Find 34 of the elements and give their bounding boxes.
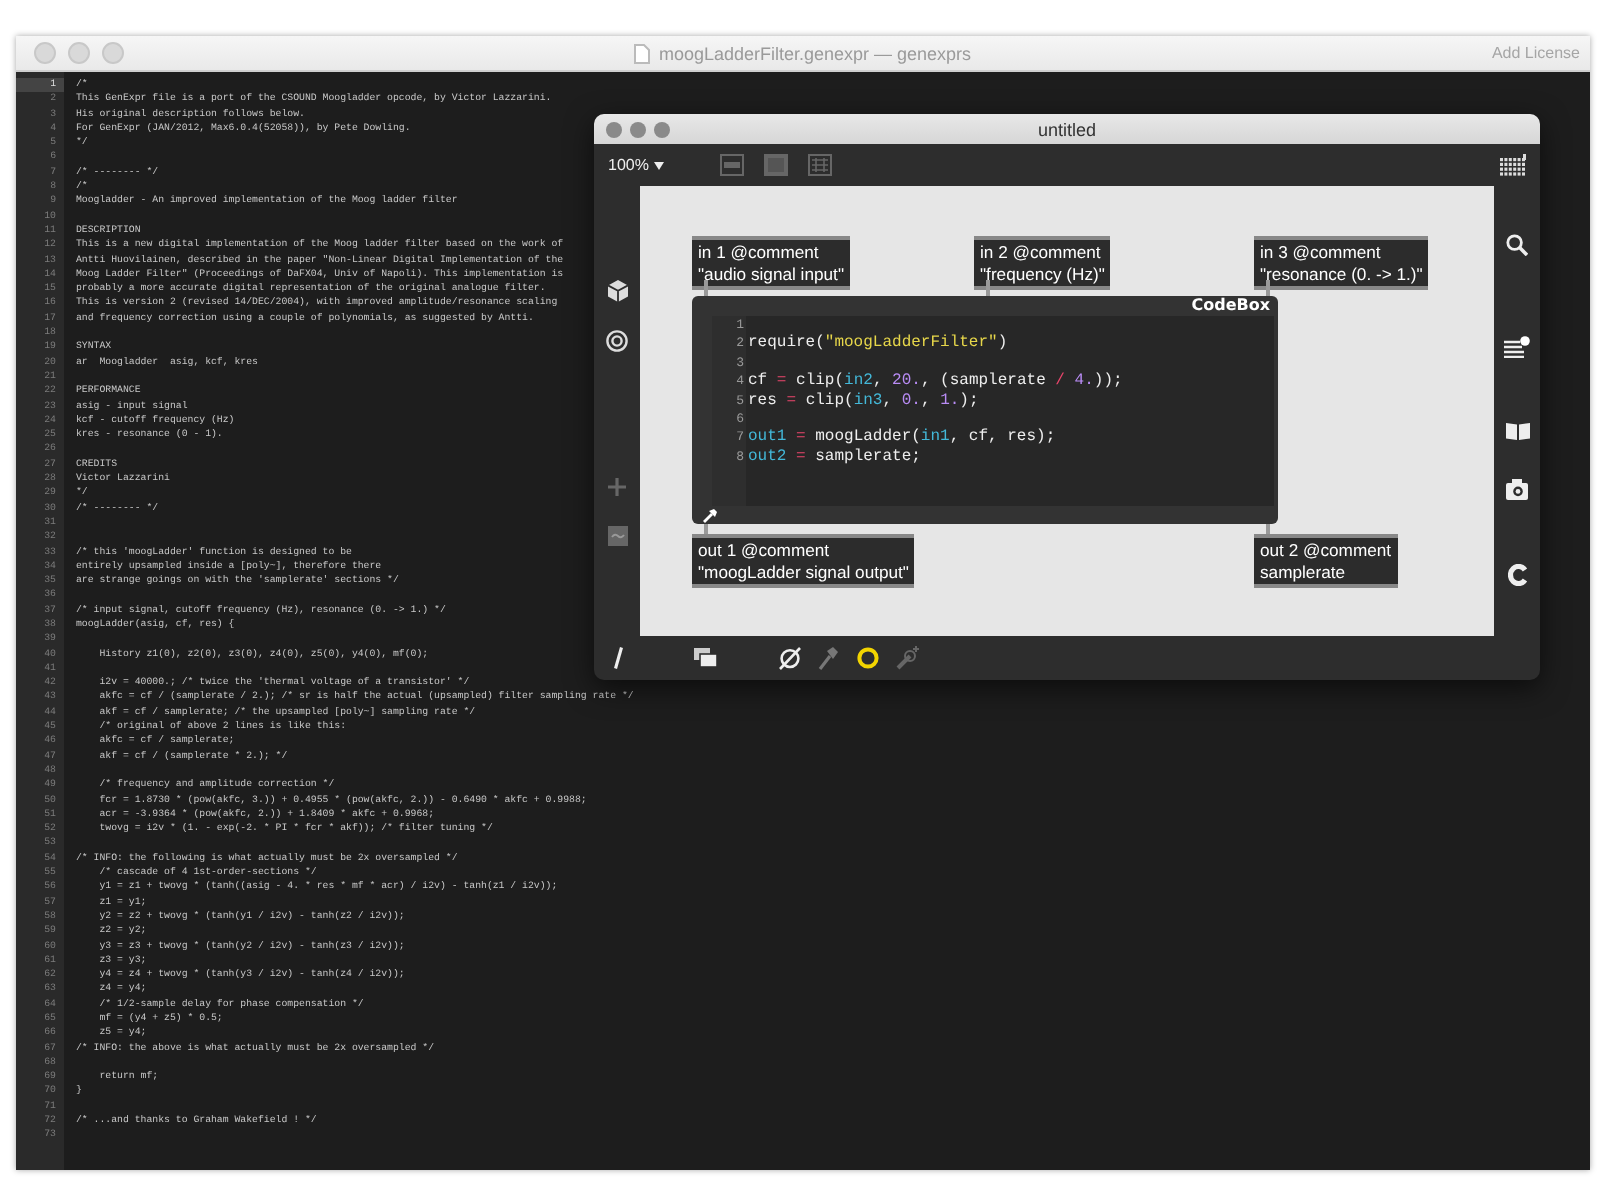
code-line: cf = clip(in2, 20., (samplerate / 4.)); xyxy=(748,372,1123,392)
code-line: require("moogLadderFilter") xyxy=(748,334,1008,354)
cube-icon[interactable] xyxy=(607,280,627,302)
caret-icon xyxy=(654,161,665,169)
code-line: out2 = samplerate; xyxy=(748,447,921,467)
file-icon xyxy=(634,43,651,63)
list-icon[interactable] xyxy=(1504,336,1530,358)
slashed-circle-icon[interactable] xyxy=(778,646,802,670)
code-line: out1 = moogLadder(in1, cf, res); xyxy=(748,428,1056,448)
comment-box[interactable]: out 1 @comment "moogLadder signal output" xyxy=(692,534,915,588)
plus-icon[interactable] xyxy=(608,478,626,496)
code-line: res = clip(in3, 0., 1.); xyxy=(748,391,979,410)
zoom-dropdown[interactable]: 100% xyxy=(608,156,665,174)
comment-box[interactable]: in 3 @comment "resonance (0. -> 1.)" xyxy=(1254,236,1429,290)
windows-icon[interactable] xyxy=(694,646,718,670)
comment-box[interactable]: in 2 @comment "frequency (Hz)" xyxy=(974,236,1111,290)
square-icon[interactable] xyxy=(764,154,789,176)
camera-icon[interactable] xyxy=(1506,478,1528,500)
window-title: untitled xyxy=(1037,119,1097,139)
target-icon[interactable] xyxy=(606,330,628,352)
comment-box[interactable]: out 2 @comment samplerate xyxy=(1254,534,1398,588)
comment-box[interactable]: in 1 @comment "audio signal input" xyxy=(692,236,850,290)
ring-icon[interactable] xyxy=(856,646,880,670)
layout-icon[interactable] xyxy=(720,154,745,176)
hammer-icon[interactable] xyxy=(702,507,718,523)
codebox-title: CodeBox xyxy=(1191,296,1270,316)
search-icon[interactable] xyxy=(1506,234,1528,256)
wand-icon[interactable] xyxy=(896,646,920,670)
c-shape-icon[interactable] xyxy=(1507,564,1527,586)
grid-icon[interactable] xyxy=(808,154,833,176)
book-icon[interactable] xyxy=(1505,422,1529,440)
window-title: moogLadderFilter.genexpr — genexprs xyxy=(658,43,972,63)
dot-grid-icon[interactable] xyxy=(1500,153,1526,177)
wave-icon[interactable] xyxy=(607,526,627,546)
